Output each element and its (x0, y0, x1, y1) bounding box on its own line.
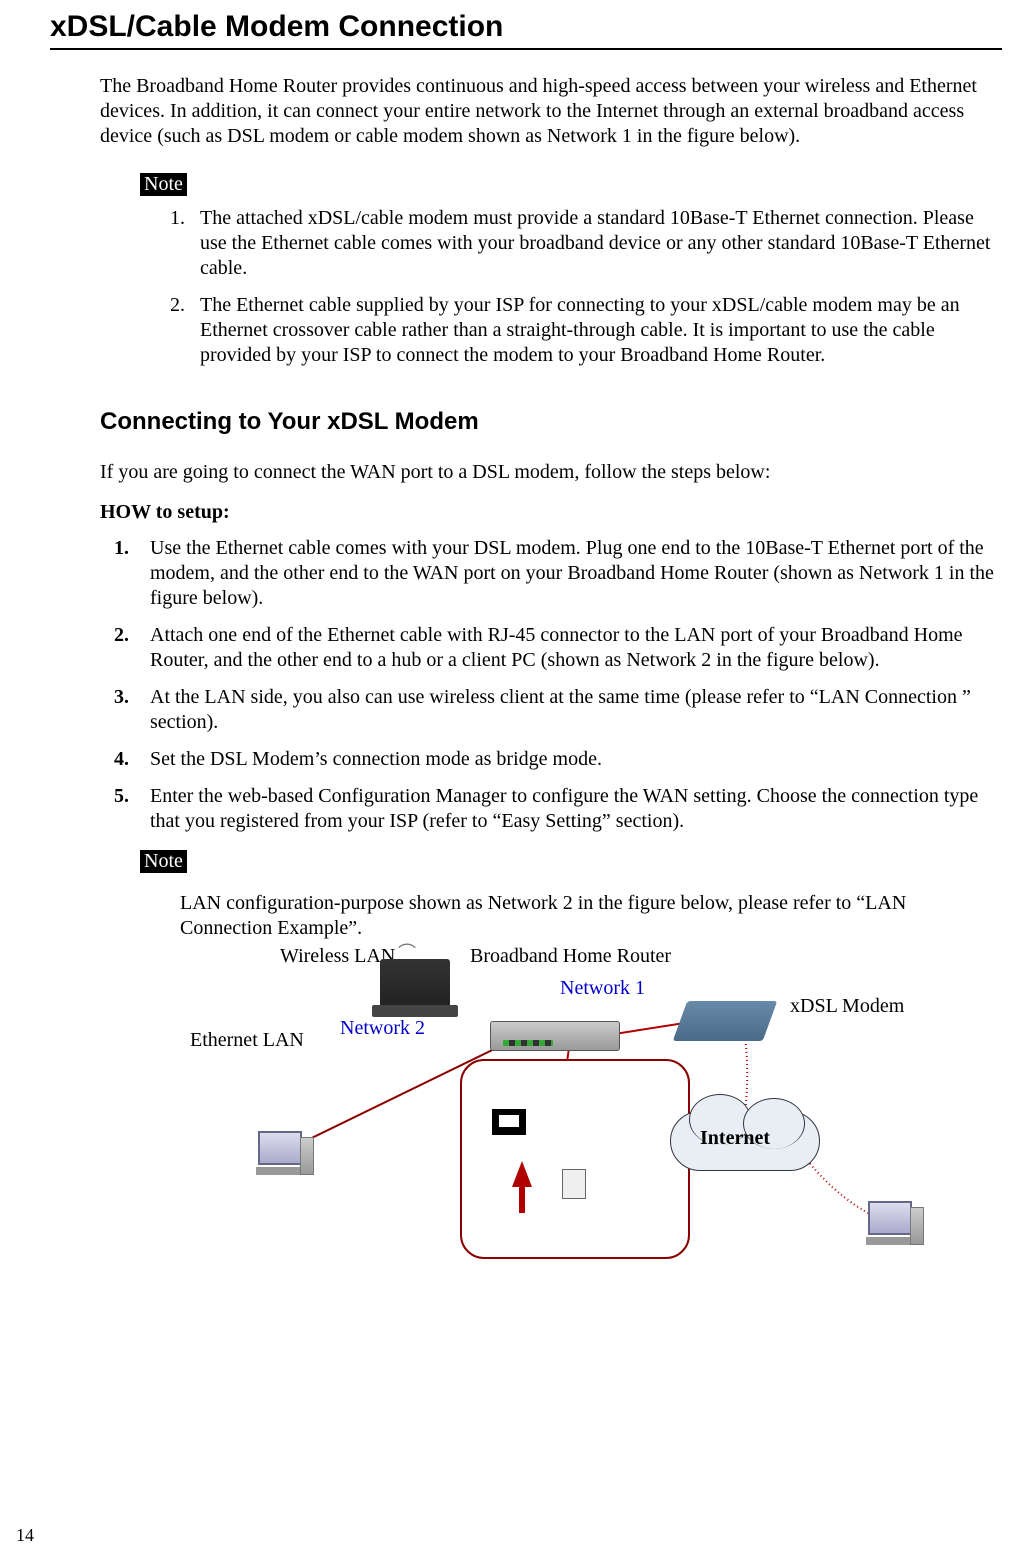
how-to-setup-label: HOW to setup: (100, 501, 1002, 524)
network1-label: Network 1 (560, 977, 645, 1000)
list-item: Use the Ethernet cable comes with your D… (114, 536, 1002, 611)
router-label: Broadband Home Router (470, 945, 671, 968)
arrow-up-icon (512, 1161, 532, 1187)
wireless-lan-label: Wireless LAN (280, 945, 395, 968)
network-diagram: Wireless LAN ⌒ Broadband Home Router Net… (190, 941, 950, 1271)
modem-label: xDSL Modem (790, 995, 904, 1018)
laptop-icon (380, 959, 450, 1007)
list-item: Attach one end of the Ethernet cable wit… (114, 623, 1002, 673)
network2-label: Network 2 (340, 1017, 425, 1040)
note-badge: Note (140, 173, 187, 196)
router-detail-box (460, 1059, 690, 1259)
ethernet-port-icon (492, 1109, 526, 1135)
ethernet-lan-label: Ethernet LAN (190, 1029, 304, 1052)
list-item: The Ethernet cable supplied by your ISP … (190, 293, 1002, 368)
internet-label: Internet (700, 1127, 770, 1150)
note-block-2: Note LAN configuration-purpose shown as … (140, 850, 1002, 941)
list-item: The attached xDSL/cable modem must provi… (190, 206, 1002, 281)
body-text: If you are going to connect the WAN port… (100, 460, 1002, 485)
modem-icon (673, 1001, 778, 1041)
pc-icon (250, 1131, 310, 1181)
setup-steps-list: Use the Ethernet cable comes with your D… (114, 536, 1002, 834)
note-block: Note The attached xDSL/cable modem must … (140, 173, 1002, 368)
note-badge: Note (140, 850, 187, 873)
pc-icon (860, 1201, 920, 1251)
page-number: 14 (16, 1525, 34, 1546)
section-heading: Connecting to Your xDSL Modem (100, 408, 1002, 436)
intro-paragraph: The Broadband Home Router provides conti… (100, 74, 1002, 149)
router-icon (490, 1021, 620, 1051)
note-body: LAN configuration-purpose shown as Netwo… (180, 891, 1002, 941)
note-list: The attached xDSL/cable modem must provi… (190, 206, 1002, 368)
list-item: Set the DSL Modem’s connection mode as b… (114, 747, 1002, 772)
rj45-plug-icon (562, 1169, 586, 1199)
list-item: At the LAN side, you also can use wirele… (114, 685, 1002, 735)
page-title: xDSL/Cable Modem Connection (50, 10, 1002, 50)
list-item: Enter the web-based Configuration Manage… (114, 784, 1002, 834)
